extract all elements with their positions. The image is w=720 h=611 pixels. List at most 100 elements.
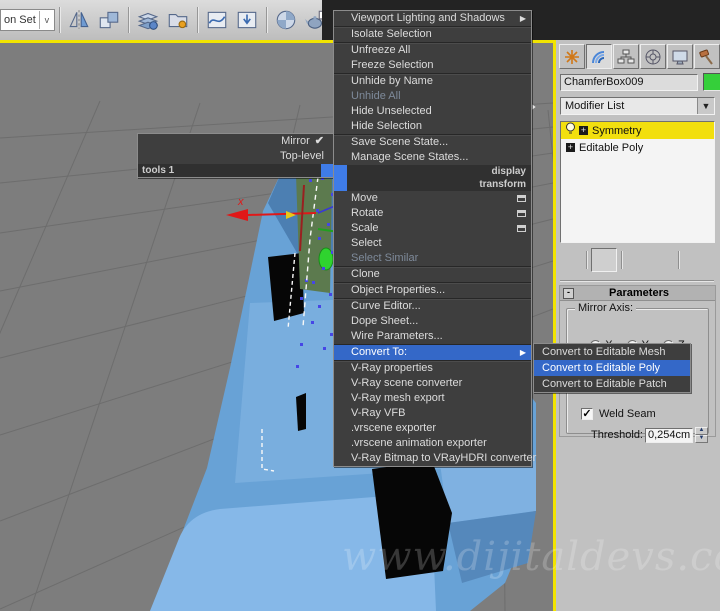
display-tab[interactable]: [667, 44, 693, 69]
quad-header-transform-label: transform: [479, 179, 526, 190]
menu-item-move[interactable]: Move: [334, 191, 531, 206]
remove-modifier-button[interactable]: [650, 249, 676, 278]
schematic-view-icon[interactable]: [234, 7, 260, 33]
toolbar-separator: [621, 251, 622, 269]
configure-modifier-sets-button[interactable]: [683, 249, 712, 277]
modifier-stack: + Symmetry + Editable Poly: [560, 121, 715, 243]
menu-item-manage-scene-states[interactable]: Manage Scene States...: [334, 150, 531, 165]
hierarchy-tab[interactable]: [613, 44, 639, 69]
scene-explorer-icon[interactable]: [165, 7, 191, 33]
weld-seam-checkbox[interactable]: ✓: [581, 408, 593, 420]
menu-item-scale[interactable]: Scale: [334, 221, 531, 236]
menu-item-vrscene-animation-exporter[interactable]: .vrscene animation exporter: [334, 436, 531, 451]
menu-item-save-scene-state[interactable]: Save Scene State...: [334, 135, 531, 150]
make-unique-button[interactable]: [626, 249, 654, 276]
submenu-item-convert-to-editable-patch[interactable]: Convert to Editable Patch: [534, 376, 690, 392]
mirror-axis-label: Mirror Axis:: [575, 302, 636, 314]
quad-menu-left: Mirror ✔ Top-level tools 1: [137, 133, 335, 178]
menu-item-clone[interactable]: Clone: [334, 267, 531, 283]
object-color-swatch[interactable]: [703, 73, 720, 91]
bulb-icon[interactable]: [561, 122, 577, 139]
menu-item-v-ray-bitmap-to-vrayhdri-converter[interactable]: V-Ray Bitmap to VRayHDRI converter: [334, 451, 536, 466]
menu-item-select-similar: Select Similar: [334, 251, 531, 267]
motion-tab[interactable]: [640, 44, 666, 69]
quad-center-square: [334, 165, 347, 178]
show-end-result-button[interactable]: [591, 248, 617, 277]
menu-item-hide-unselected[interactable]: Hide Unselected: [334, 104, 531, 119]
menu-item-freeze-selection[interactable]: Freeze Selection: [334, 58, 531, 74]
menu-item-convert-to[interactable]: Convert To: ▶: [334, 345, 531, 361]
context-menu: Viewport Lighting and Shadows ▶ Isolate Se…: [333, 10, 536, 467]
create-tab[interactable]: [559, 44, 585, 69]
menu-item-object-properties[interactable]: Object Properties...: [334, 283, 531, 299]
collapse-icon[interactable]: -: [563, 287, 574, 299]
named-selection-set-dropdown[interactable]: on Set v: [0, 9, 55, 31]
submenu-arrow-icon: ▶: [519, 14, 526, 23]
menu-item-curve-editor[interactable]: Curve Editor...: [334, 299, 531, 314]
menu-item-v-ray-mesh-export[interactable]: V-Ray mesh export: [334, 391, 531, 406]
modify-tab[interactable]: [586, 44, 612, 69]
material-editor-icon[interactable]: [273, 7, 299, 33]
chevron-down-icon[interactable]: v: [38, 11, 54, 29]
modifier-label: Editable Poly: [579, 141, 644, 154]
quad-header-tools: tools 1: [138, 164, 334, 177]
threshold-field[interactable]: [645, 427, 693, 443]
quad-header-display: display: [334, 165, 531, 178]
submenu-arrow-icon: ▶: [519, 348, 526, 357]
pin-stack-button[interactable]: [558, 249, 583, 277]
panel-divider: [560, 280, 714, 282]
menu-item-unfreeze-all[interactable]: Unfreeze All: [334, 43, 531, 58]
layer-manager-icon[interactable]: [135, 7, 161, 33]
modifier-list-label: Modifier List: [565, 100, 625, 112]
menu-item-wire-parameters[interactable]: Wire Parameters...: [334, 329, 531, 345]
parameters-rollout-header[interactable]: - Parameters: [560, 286, 715, 301]
modifier-list-dropdown[interactable]: Modifier List ▼: [560, 97, 715, 115]
expand-plus-icon[interactable]: +: [566, 143, 575, 152]
utilities-tab[interactable]: [694, 44, 720, 69]
settings-dialog-icon[interactable]: [517, 224, 526, 232]
menu-item-v-ray-scene-converter[interactable]: V-Ray scene converter: [334, 376, 531, 391]
object-name-row: [560, 73, 720, 91]
chevron-down-icon[interactable]: ▼: [697, 98, 714, 114]
modifier-stack-toolbar: [558, 248, 718, 278]
threshold-label: Threshold:: [591, 429, 643, 441]
toolbar-separator: [586, 251, 587, 269]
shadow-gap: [268, 253, 304, 321]
expand-plus-icon[interactable]: +: [579, 126, 588, 135]
object-name-field[interactable]: [560, 73, 698, 91]
settings-dialog-icon[interactable]: [517, 209, 526, 217]
menu-item-v-ray-vfb[interactable]: V-Ray VFB: [334, 406, 531, 421]
menu-item-top-level[interactable]: Top-level: [138, 149, 334, 164]
menu-item-hide-selection[interactable]: Hide Selection: [334, 119, 531, 135]
menu-item-vrscene-exporter[interactable]: .vrscene exporter: [334, 421, 531, 436]
threshold-spinner: ▲ ▼: [695, 427, 708, 443]
menu-item-viewport-lighting-and-shadows[interactable]: Viewport Lighting and Shadows ▶: [334, 11, 531, 27]
submenu-item-convert-to-editable-mesh[interactable]: Convert to Editable Mesh: [534, 344, 690, 360]
mirror-icon[interactable]: [66, 7, 92, 33]
menu-item-rotate[interactable]: Rotate: [334, 206, 531, 221]
modifier-stack-item-editable-poly[interactable]: + Editable Poly: [561, 139, 714, 156]
modifier-stack-item-symmetry[interactable]: + Symmetry: [561, 122, 714, 139]
spinner-down-icon[interactable]: ▼: [695, 435, 708, 443]
submenu-item-convert-to-editable-poly[interactable]: Convert to Editable Poly: [534, 360, 690, 376]
rollout-title: Parameters: [609, 287, 669, 299]
menu-item-v-ray-properties[interactable]: V-Ray properties: [334, 361, 531, 376]
align-icon[interactable]: [96, 7, 122, 33]
menu-item-dope-sheet[interactable]: Dope Sheet...: [334, 314, 531, 329]
quad-header-transform: transform: [334, 178, 531, 191]
toolbar-separator: [58, 7, 60, 33]
menu-item-unhide-by-name[interactable]: Unhide by Name: [334, 74, 531, 89]
toolbar-separator: [265, 7, 267, 33]
command-panel: Modifier List ▼ +Symmetry+Editable Poly …: [556, 40, 720, 611]
application-window: on Set v x www.dijitaldevs.c ChamferBox0…: [0, 0, 720, 611]
spinner-up-icon[interactable]: ▲: [695, 427, 708, 435]
menu-item-select[interactable]: Select: [334, 236, 531, 251]
curve-editor-icon[interactable]: [204, 7, 230, 33]
gizmo-x-arrowhead[interactable]: [226, 209, 248, 221]
menu-item-mirror[interactable]: Mirror ✔: [138, 134, 334, 149]
toolbar-separator: [196, 7, 198, 33]
settings-dialog-icon[interactable]: [517, 194, 526, 202]
weld-seam-row: ✓ Weld Seam: [581, 408, 656, 420]
menu-item-isolate-selection[interactable]: Isolate Selection: [334, 27, 531, 43]
quad-header-display-label: display: [491, 166, 526, 177]
